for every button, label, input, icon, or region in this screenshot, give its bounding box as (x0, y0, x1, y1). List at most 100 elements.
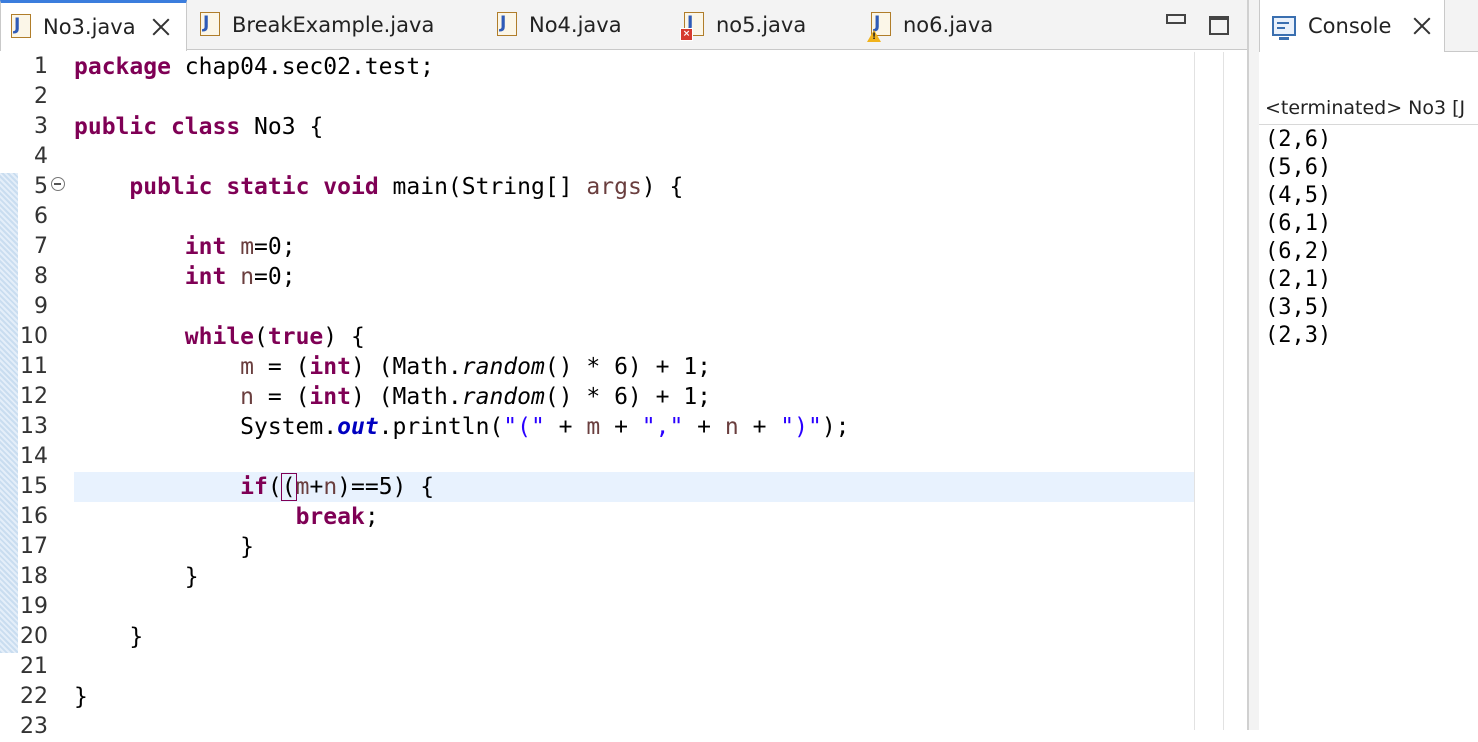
line-number: 20 (20, 624, 48, 649)
code-line[interactable]: 8 int n=0; (0, 262, 1194, 292)
code-line[interactable]: 20 } (0, 622, 1194, 652)
divider (1259, 124, 1478, 125)
console-tab-bar: Console (1259, 0, 1478, 52)
code-line[interactable]: 2 (0, 82, 1194, 112)
code-text: public static void main(String[] args) { (129, 174, 684, 200)
code-line[interactable]: 6 (0, 202, 1194, 232)
code-line[interactable]: 23 (0, 712, 1194, 742)
console-icon (1272, 16, 1296, 40)
code-text: n = (int) (Math.random() * 6) + 1; (240, 384, 712, 410)
java-file-icon: J (497, 12, 519, 38)
code-line[interactable]: 14 (0, 442, 1194, 472)
code-text: break; (295, 504, 379, 530)
line-number: 6 (34, 204, 48, 229)
java-file-error-icon: J × (680, 12, 706, 41)
code-line[interactable]: 12 n = (int) (Math.random() * 6) + 1; (0, 382, 1194, 412)
line-number: 17 (20, 534, 48, 559)
tab-no6-java[interactable]: J! no6.java (867, 0, 1031, 50)
line-number: 1 (34, 54, 48, 79)
tab-label: No3.java (43, 15, 136, 39)
code-text: int n=0; (184, 264, 296, 290)
code-text: if((m+n)==5) { (240, 473, 435, 501)
line-number: 14 (20, 444, 48, 469)
console-status: <terminated> No3 [J (1265, 97, 1466, 119)
console-output-line: (4,5) (1265, 183, 1332, 208)
console-tab-label: Console (1308, 14, 1392, 38)
line-number: 4 (34, 144, 48, 169)
code-line[interactable]: 16 break; (0, 502, 1194, 532)
code-text: m = (int) (Math.random() * 6) + 1; (240, 354, 712, 380)
code-line[interactable]: 15 if((m+n)==5) { (0, 472, 1194, 502)
tab-console[interactable]: Console (1259, 0, 1445, 52)
java-file-warning-icon: J! (867, 12, 893, 42)
console-output-line: (3,5) (1265, 295, 1332, 320)
code-line[interactable]: 22} (0, 682, 1194, 712)
code-text: package chap04.sec02.test; (74, 54, 435, 80)
code-line[interactable]: 9 (0, 292, 1194, 322)
code-text: System.out.println("(" + m + "," + n + "… (74, 414, 850, 440)
line-number: 10 (20, 324, 48, 349)
code-line[interactable]: 13 System.out.println("(" + m + "," + n … (0, 412, 1194, 442)
console-output-line: (6,2) (1265, 239, 1332, 264)
code-line[interactable]: 1 package chap04.sec02.test; (0, 52, 1194, 82)
console-output-line: (2,1) (1265, 267, 1332, 292)
close-icon[interactable] (152, 18, 170, 36)
line-number: 2 (34, 84, 48, 109)
line-number: 15 (20, 474, 48, 499)
console-output-line: (2,6) (1265, 127, 1332, 152)
code-line[interactable]: 5 public static void main(String[] args)… (0, 172, 1194, 202)
maximize-icon[interactable] (1209, 16, 1229, 35)
overview-ruler[interactable] (1194, 52, 1224, 730)
line-number: 9 (34, 294, 48, 319)
editor-pane: J No3.java J BreakExample.java J No4.jav… (0, 0, 1249, 739)
code-line[interactable]: 19 (0, 592, 1194, 622)
java-file-icon: J (11, 14, 33, 40)
line-number: 16 (20, 504, 48, 529)
tab-no3-java[interactable]: J No3.java (0, 0, 187, 51)
line-number: 19 (20, 594, 48, 619)
code-line[interactable]: 11 m = (int) (Math.random() * 6) + 1; (0, 352, 1194, 382)
close-icon[interactable] (1413, 17, 1431, 35)
pane-sash[interactable] (1249, 0, 1259, 730)
code-line[interactable]: 10 while(true) { (0, 322, 1194, 352)
line-number: 18 (20, 564, 48, 589)
line-number: 11 (20, 354, 48, 379)
console-output-line: (2,3) (1265, 323, 1332, 348)
line-number: 8 (34, 264, 48, 289)
editor-tab-bar: J No3.java J BreakExample.java J No4.jav… (0, 0, 1249, 51)
line-number: 13 (20, 414, 48, 439)
current-line-highlight: if((m+n)==5) { (74, 472, 1194, 502)
code-text: public class No3 { (74, 114, 324, 140)
code-text: while(true) { (184, 324, 365, 350)
line-number: 5 (34, 174, 48, 199)
tab-label: no5.java (716, 13, 807, 37)
line-number: 12 (20, 384, 48, 409)
console-output-line: (5,6) (1265, 155, 1332, 180)
code-line[interactable]: 7 int m=0; (0, 232, 1194, 262)
console-output-line: (6,1) (1265, 211, 1332, 236)
code-editor[interactable]: 1 package chap04.sec02.test; 2 3 public clas… (0, 52, 1194, 739)
code-text: int m=0; (184, 234, 296, 260)
code-text: } (74, 684, 88, 710)
code-line[interactable]: 17 } (0, 532, 1194, 562)
line-number: 7 (34, 234, 48, 259)
minimize-icon[interactable] (1166, 14, 1186, 24)
line-number: 3 (34, 114, 48, 139)
code-line[interactable]: 18 } (0, 562, 1194, 592)
tab-label: no6.java (903, 13, 994, 37)
java-file-icon: J (200, 12, 222, 38)
line-number: 22 (20, 684, 48, 709)
tab-label: No4.java (529, 13, 622, 37)
tab-no5-java[interactable]: J × no5.java (680, 0, 844, 50)
code-line[interactable]: 4 (0, 142, 1194, 172)
code-line[interactable]: 3 public class No3 { (0, 112, 1194, 142)
code-text: } (74, 564, 199, 590)
console-output[interactable]: (2,6) (5,6) (4,5) (6,1) (6,2) (2,1) (3,5) (2,3) (1265, 126, 1331, 350)
tab-no4-java[interactable]: J No4.java (497, 0, 657, 50)
code-text: } (74, 624, 144, 650)
tab-label: BreakExample.java (232, 13, 435, 37)
code-line[interactable]: 21 (0, 652, 1194, 682)
console-pane: Console <terminated> No3 [J (2,6) (5,6) (4… (1259, 0, 1478, 730)
line-number: 21 (20, 654, 48, 679)
tab-breakexample-java[interactable]: J BreakExample.java (200, 0, 470, 50)
